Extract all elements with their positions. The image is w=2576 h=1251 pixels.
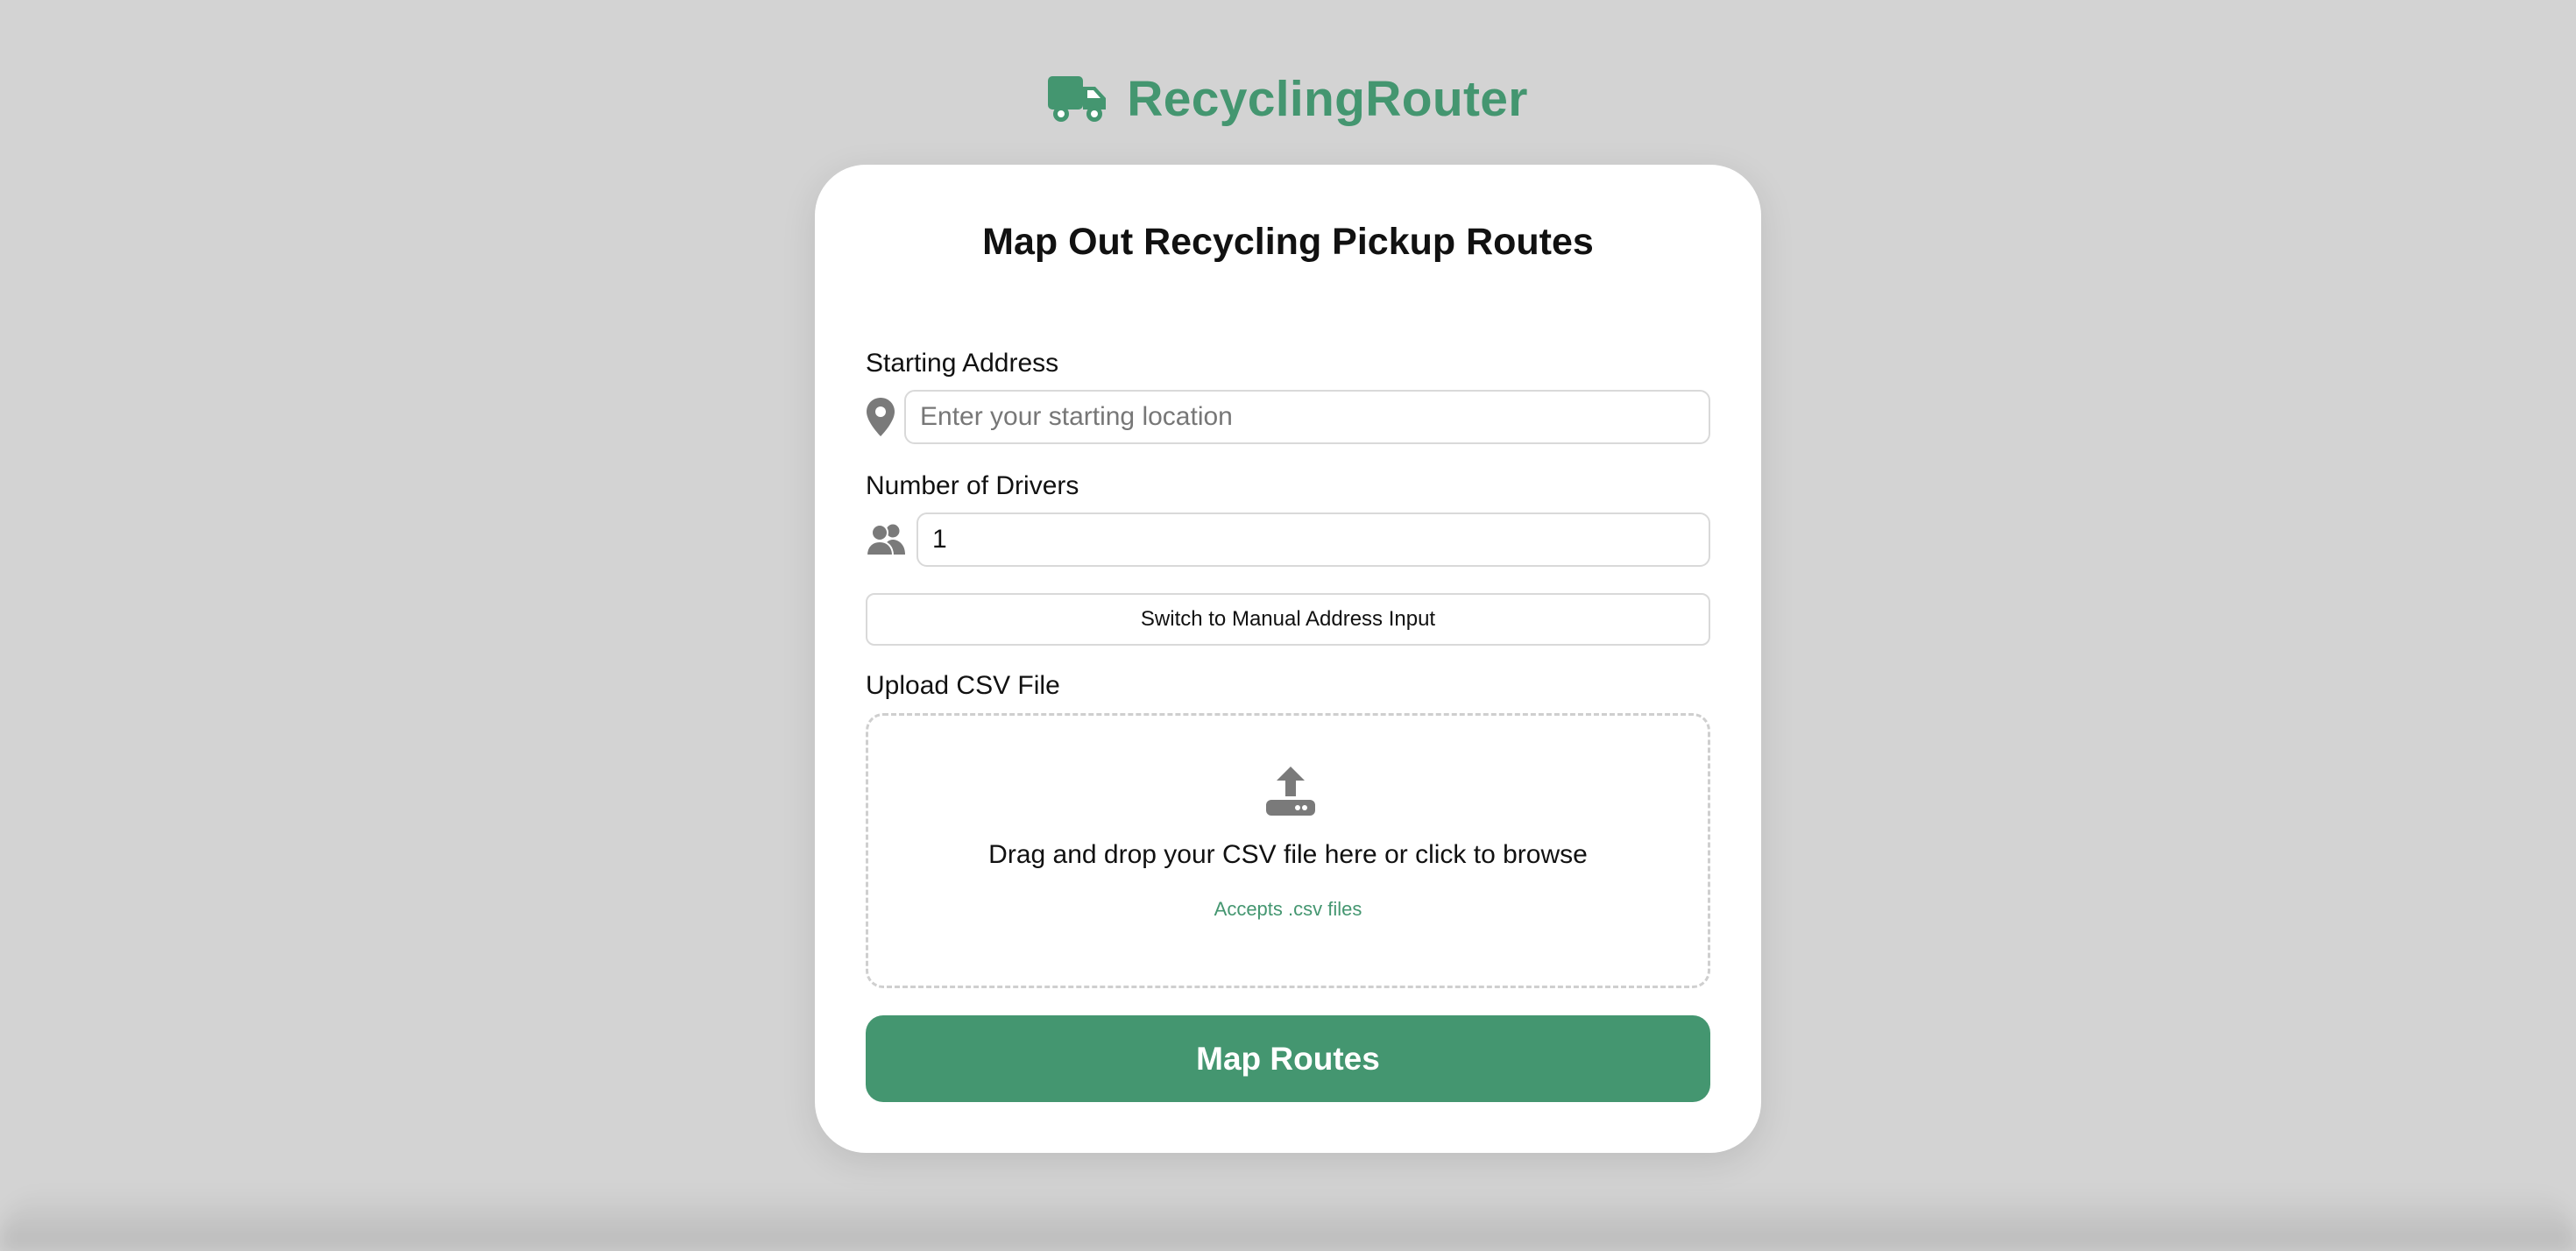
map-routes-button[interactable]: Map Routes bbox=[866, 1015, 1710, 1102]
drivers-input[interactable] bbox=[916, 512, 1710, 567]
starting-address-row bbox=[866, 389, 1710, 445]
starting-address-input[interactable] bbox=[904, 390, 1710, 444]
upload-csv-label: Upload CSV File bbox=[866, 671, 1060, 700]
users-icon bbox=[866, 519, 916, 561]
upload-icon bbox=[1266, 767, 1315, 816]
truck-icon bbox=[1048, 76, 1107, 122]
drivers-label: Number of Drivers bbox=[866, 471, 1079, 500]
dropzone-instruction: Drag and drop your CSV file here or clic… bbox=[988, 840, 1588, 869]
route-form-card: Map Out Recycling Pickup Routes Starting… bbox=[815, 165, 1761, 1153]
switch-to-manual-input-button[interactable]: Switch to Manual Address Input bbox=[866, 593, 1710, 646]
app-header: RecyclingRouter bbox=[0, 70, 2576, 128]
map-pin-icon bbox=[866, 396, 904, 438]
app-name: RecyclingRouter bbox=[1127, 71, 1528, 127]
dropzone-hint: Accepts .csv files bbox=[1214, 898, 1362, 920]
form-title: Map Out Recycling Pickup Routes bbox=[982, 221, 1594, 263]
csv-dropzone[interactable]: Drag and drop your CSV file here or clic… bbox=[866, 713, 1710, 988]
drivers-row bbox=[866, 512, 1710, 568]
starting-address-label: Starting Address bbox=[866, 349, 1059, 378]
page: RecyclingRouter Map Out Recycling Pickup… bbox=[0, 0, 2576, 1251]
bottom-shadow bbox=[0, 1190, 2576, 1251]
